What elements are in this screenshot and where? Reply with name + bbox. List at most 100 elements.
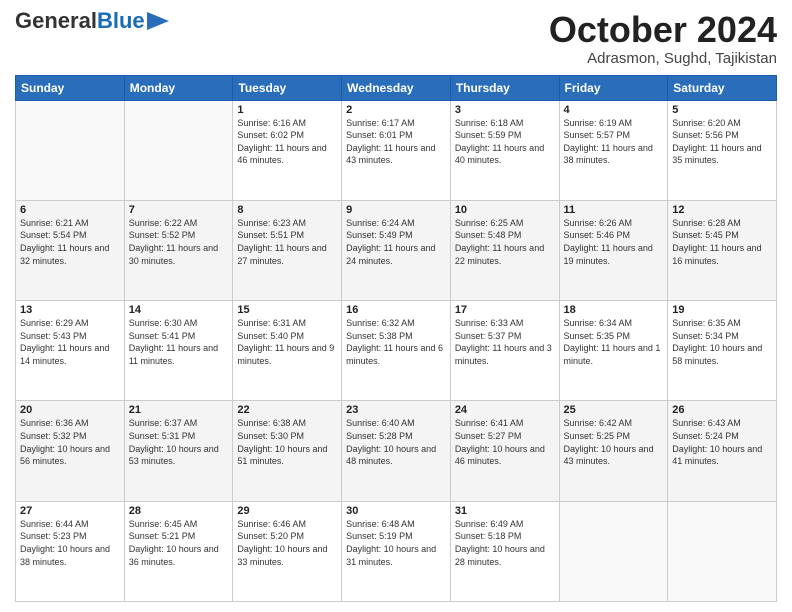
logo-text: GeneralBlue <box>15 10 145 32</box>
day-number: 19 <box>672 304 772 316</box>
calendar-header-row: Sunday Monday Tuesday Wednesday Thursday… <box>16 75 777 100</box>
logo-arrow-icon <box>147 12 169 30</box>
day-info: Sunrise: 6:18 AMSunset: 5:59 PMDaylight:… <box>455 117 555 167</box>
day-number: 13 <box>20 304 120 316</box>
calendar-cell: 13Sunrise: 6:29 AMSunset: 5:43 PMDayligh… <box>16 301 125 401</box>
day-number: 24 <box>455 404 555 416</box>
day-number: 29 <box>237 505 337 517</box>
day-info: Sunrise: 6:40 AMSunset: 5:28 PMDaylight:… <box>346 417 446 467</box>
day-number: 4 <box>564 104 664 116</box>
calendar-cell: 1Sunrise: 6:16 AMSunset: 6:02 PMDaylight… <box>233 100 342 200</box>
day-number: 31 <box>455 505 555 517</box>
day-number: 26 <box>672 404 772 416</box>
col-monday: Monday <box>124 75 233 100</box>
col-saturday: Saturday <box>668 75 777 100</box>
day-number: 6 <box>20 204 120 216</box>
calendar-cell: 24Sunrise: 6:41 AMSunset: 5:27 PMDayligh… <box>450 401 559 501</box>
day-number: 11 <box>564 204 664 216</box>
col-sunday: Sunday <box>16 75 125 100</box>
calendar-cell: 16Sunrise: 6:32 AMSunset: 5:38 PMDayligh… <box>342 301 451 401</box>
day-number: 12 <box>672 204 772 216</box>
day-info: Sunrise: 6:21 AMSunset: 5:54 PMDaylight:… <box>20 217 120 267</box>
day-info: Sunrise: 6:35 AMSunset: 5:34 PMDaylight:… <box>672 317 772 367</box>
day-number: 30 <box>346 505 446 517</box>
day-info: Sunrise: 6:42 AMSunset: 5:25 PMDaylight:… <box>564 417 664 467</box>
calendar-cell: 10Sunrise: 6:25 AMSunset: 5:48 PMDayligh… <box>450 200 559 300</box>
day-number: 7 <box>129 204 229 216</box>
calendar-cell: 12Sunrise: 6:28 AMSunset: 5:45 PMDayligh… <box>668 200 777 300</box>
day-number: 27 <box>20 505 120 517</box>
day-info: Sunrise: 6:29 AMSunset: 5:43 PMDaylight:… <box>20 317 120 367</box>
calendar-cell: 5Sunrise: 6:20 AMSunset: 5:56 PMDaylight… <box>668 100 777 200</box>
logo: GeneralBlue <box>15 10 169 32</box>
day-number: 28 <box>129 505 229 517</box>
day-number: 5 <box>672 104 772 116</box>
day-number: 18 <box>564 304 664 316</box>
day-info: Sunrise: 6:32 AMSunset: 5:38 PMDaylight:… <box>346 317 446 367</box>
day-info: Sunrise: 6:41 AMSunset: 5:27 PMDaylight:… <box>455 417 555 467</box>
day-info: Sunrise: 6:28 AMSunset: 5:45 PMDaylight:… <box>672 217 772 267</box>
day-number: 21 <box>129 404 229 416</box>
day-info: Sunrise: 6:17 AMSunset: 6:01 PMDaylight:… <box>346 117 446 167</box>
month-title: October 2024 <box>549 10 777 50</box>
day-number: 25 <box>564 404 664 416</box>
calendar-cell: 3Sunrise: 6:18 AMSunset: 5:59 PMDaylight… <box>450 100 559 200</box>
day-info: Sunrise: 6:31 AMSunset: 5:40 PMDaylight:… <box>237 317 337 367</box>
calendar-cell: 23Sunrise: 6:40 AMSunset: 5:28 PMDayligh… <box>342 401 451 501</box>
calendar-cell: 14Sunrise: 6:30 AMSunset: 5:41 PMDayligh… <box>124 301 233 401</box>
col-tuesday: Tuesday <box>233 75 342 100</box>
col-friday: Friday <box>559 75 668 100</box>
day-info: Sunrise: 6:45 AMSunset: 5:21 PMDaylight:… <box>129 518 229 568</box>
day-info: Sunrise: 6:46 AMSunset: 5:20 PMDaylight:… <box>237 518 337 568</box>
day-info: Sunrise: 6:26 AMSunset: 5:46 PMDaylight:… <box>564 217 664 267</box>
day-info: Sunrise: 6:23 AMSunset: 5:51 PMDaylight:… <box>237 217 337 267</box>
day-number: 14 <box>129 304 229 316</box>
day-info: Sunrise: 6:34 AMSunset: 5:35 PMDaylight:… <box>564 317 664 367</box>
calendar-cell: 29Sunrise: 6:46 AMSunset: 5:20 PMDayligh… <box>233 501 342 601</box>
day-number: 10 <box>455 204 555 216</box>
calendar-row-2: 13Sunrise: 6:29 AMSunset: 5:43 PMDayligh… <box>16 301 777 401</box>
calendar-cell: 22Sunrise: 6:38 AMSunset: 5:30 PMDayligh… <box>233 401 342 501</box>
calendar-cell: 20Sunrise: 6:36 AMSunset: 5:32 PMDayligh… <box>16 401 125 501</box>
calendar-cell: 17Sunrise: 6:33 AMSunset: 5:37 PMDayligh… <box>450 301 559 401</box>
calendar-cell: 30Sunrise: 6:48 AMSunset: 5:19 PMDayligh… <box>342 501 451 601</box>
calendar-cell: 2Sunrise: 6:17 AMSunset: 6:01 PMDaylight… <box>342 100 451 200</box>
day-info: Sunrise: 6:43 AMSunset: 5:24 PMDaylight:… <box>672 417 772 467</box>
calendar-cell: 21Sunrise: 6:37 AMSunset: 5:31 PMDayligh… <box>124 401 233 501</box>
day-info: Sunrise: 6:20 AMSunset: 5:56 PMDaylight:… <box>672 117 772 167</box>
calendar-cell: 7Sunrise: 6:22 AMSunset: 5:52 PMDaylight… <box>124 200 233 300</box>
calendar-row-0: 1Sunrise: 6:16 AMSunset: 6:02 PMDaylight… <box>16 100 777 200</box>
calendar-cell: 15Sunrise: 6:31 AMSunset: 5:40 PMDayligh… <box>233 301 342 401</box>
calendar-cell: 19Sunrise: 6:35 AMSunset: 5:34 PMDayligh… <box>668 301 777 401</box>
calendar-cell <box>559 501 668 601</box>
day-info: Sunrise: 6:19 AMSunset: 5:57 PMDaylight:… <box>564 117 664 167</box>
calendar-cell: 25Sunrise: 6:42 AMSunset: 5:25 PMDayligh… <box>559 401 668 501</box>
calendar-cell <box>124 100 233 200</box>
day-info: Sunrise: 6:16 AMSunset: 6:02 PMDaylight:… <box>237 117 337 167</box>
day-number: 3 <box>455 104 555 116</box>
col-wednesday: Wednesday <box>342 75 451 100</box>
day-number: 22 <box>237 404 337 416</box>
day-number: 15 <box>237 304 337 316</box>
day-info: Sunrise: 6:22 AMSunset: 5:52 PMDaylight:… <box>129 217 229 267</box>
calendar-table: Sunday Monday Tuesday Wednesday Thursday… <box>15 75 777 602</box>
calendar-row-3: 20Sunrise: 6:36 AMSunset: 5:32 PMDayligh… <box>16 401 777 501</box>
calendar-cell: 28Sunrise: 6:45 AMSunset: 5:21 PMDayligh… <box>124 501 233 601</box>
title-area: October 2024 Adrasmon, Sughd, Tajikistan <box>549 10 777 67</box>
day-info: Sunrise: 6:49 AMSunset: 5:18 PMDaylight:… <box>455 518 555 568</box>
day-number: 20 <box>20 404 120 416</box>
calendar-row-4: 27Sunrise: 6:44 AMSunset: 5:23 PMDayligh… <box>16 501 777 601</box>
day-info: Sunrise: 6:33 AMSunset: 5:37 PMDaylight:… <box>455 317 555 367</box>
calendar-cell <box>16 100 125 200</box>
calendar-cell: 26Sunrise: 6:43 AMSunset: 5:24 PMDayligh… <box>668 401 777 501</box>
calendar-cell: 8Sunrise: 6:23 AMSunset: 5:51 PMDaylight… <box>233 200 342 300</box>
calendar-cell: 11Sunrise: 6:26 AMSunset: 5:46 PMDayligh… <box>559 200 668 300</box>
calendar-cell: 4Sunrise: 6:19 AMSunset: 5:57 PMDaylight… <box>559 100 668 200</box>
col-thursday: Thursday <box>450 75 559 100</box>
calendar-cell: 18Sunrise: 6:34 AMSunset: 5:35 PMDayligh… <box>559 301 668 401</box>
day-number: 16 <box>346 304 446 316</box>
calendar-cell: 6Sunrise: 6:21 AMSunset: 5:54 PMDaylight… <box>16 200 125 300</box>
calendar-cell <box>668 501 777 601</box>
day-info: Sunrise: 6:36 AMSunset: 5:32 PMDaylight:… <box>20 417 120 467</box>
location: Adrasmon, Sughd, Tajikistan <box>549 50 777 67</box>
